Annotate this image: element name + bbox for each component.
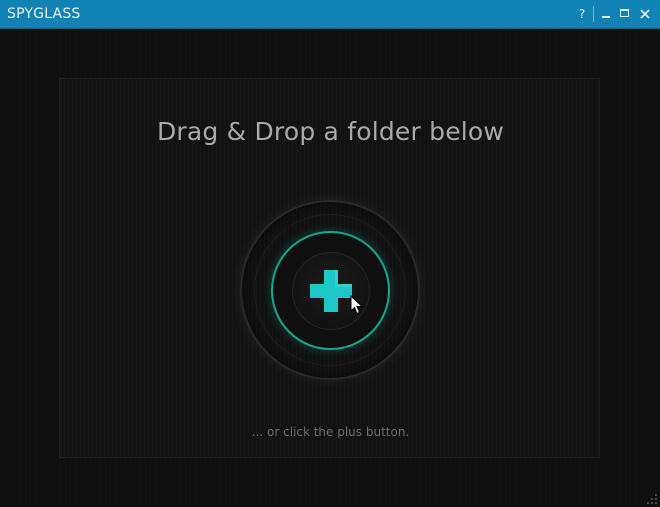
resize-grip-icon[interactable]	[647, 494, 657, 504]
close-button[interactable]	[637, 5, 653, 23]
main-content: Drag & Drop a folder below ... or click …	[0, 29, 660, 507]
plus-icon	[310, 270, 352, 312]
help-button[interactable]: ?	[574, 5, 590, 23]
window-title: SPYGLASS	[7, 6, 81, 22]
title-bar[interactable]: SPYGLASS ?	[0, 0, 660, 29]
folder-drop-zone[interactable]: Drag & Drop a folder below ... or click …	[59, 78, 600, 458]
close-icon	[640, 9, 650, 19]
click-hint: ... or click the plus button.	[251, 425, 410, 439]
maximize-icon	[620, 9, 629, 17]
add-folder-button[interactable]	[292, 252, 370, 330]
drop-heading: Drag & Drop a folder below	[156, 117, 505, 146]
app-window: SPYGLASS ? Drag & Drop a folder below ..…	[0, 0, 660, 507]
mouse-pointer-icon	[350, 295, 364, 315]
help-icon: ?	[578, 7, 586, 21]
minimize-icon	[602, 16, 610, 18]
titlebar-divider	[593, 6, 594, 22]
maximize-button[interactable]	[617, 5, 633, 23]
minimize-button[interactable]	[598, 5, 614, 23]
